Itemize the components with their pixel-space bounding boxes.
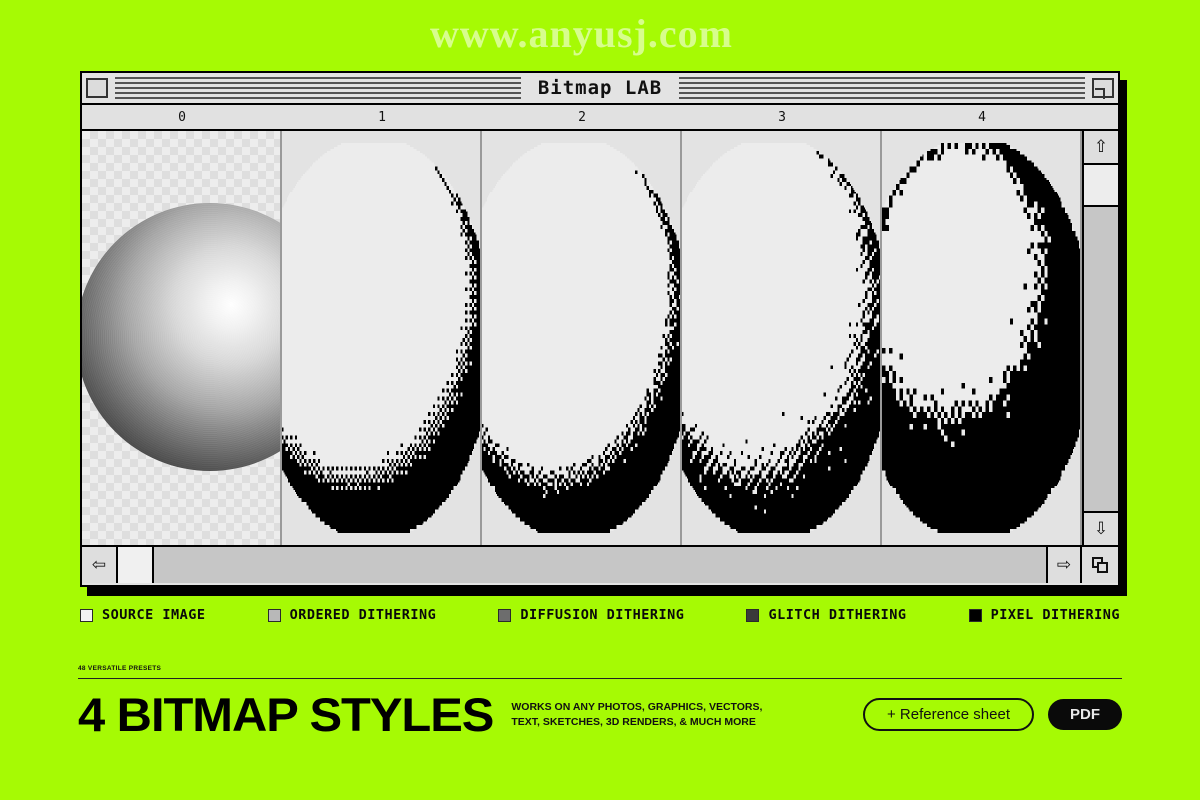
- arrow-down-icon[interactable]: ⇩: [1084, 511, 1118, 545]
- panel-glitch-dithering[interactable]: [682, 131, 882, 545]
- legend-item-pixel: PIXEL DITHERING: [968, 607, 1120, 623]
- legend-swatch-ordered: [267, 608, 281, 622]
- footer-subcopy-line2: TEXT, SKETCHES, 3D RENDERS, & MUCH MORE: [511, 715, 756, 728]
- column-ruler: 0 1 2 3 4: [82, 105, 1118, 131]
- legend-item-diffusion: DIFFUSION DITHERING: [498, 607, 684, 623]
- ruler-corner: [1082, 105, 1118, 129]
- titlebar-stripes-left: [115, 77, 521, 99]
- horizontal-scrollbar-track[interactable]: [154, 547, 1046, 583]
- legend-label-diffusion: DIFFUSION DITHERING: [520, 607, 685, 623]
- watermark-top: www.anyusj.com: [430, 11, 733, 56]
- arrow-left-icon[interactable]: ⇦: [82, 547, 118, 583]
- legend-swatch-glitch: [746, 608, 760, 622]
- legend-label-glitch: GLITCH DITHERING: [768, 607, 907, 623]
- pdf-button[interactable]: PDF: [1048, 699, 1122, 730]
- sphere-ordered-dither: [282, 143, 480, 533]
- legend-label-ordered: ORDERED DITHERING: [289, 607, 437, 623]
- ruler-tick-2: 2: [578, 109, 586, 125]
- arrow-right-icon[interactable]: ⇨: [1046, 547, 1082, 583]
- legend: SOURCE IMAGE ORDERED DITHERING DIFFUSION…: [80, 607, 1120, 623]
- sphere-pixel-dither: [882, 143, 1080, 533]
- sphere-glitch-dither: [682, 143, 880, 533]
- vertical-scrollbar-thumb[interactable]: [1084, 165, 1118, 207]
- horizontal-scrollbar-thumb[interactable]: [118, 547, 154, 583]
- footer-subcopy-line1: WORKS ON ANY PHOTOS, GRAPHICS, VECTORS,: [511, 701, 763, 714]
- legend-label-pixel: PIXEL DITHERING: [990, 607, 1120, 623]
- legend-swatch-pixel: [968, 608, 982, 622]
- sphere-source: [82, 203, 280, 471]
- window-titlebar: Bitmap LAB: [82, 73, 1118, 105]
- vertical-scrollbar[interactable]: ⇧ ⇩: [1082, 131, 1118, 545]
- footer-divider: [78, 678, 1122, 679]
- legend-label-source: SOURCE IMAGE: [102, 607, 206, 623]
- footer: 48 VERSATILE PRESETS 4 BITMAP STYLES WOR…: [78, 665, 1122, 738]
- horizontal-scrollbar[interactable]: ⇦ ⇨: [82, 545, 1118, 583]
- ruler-tick-1: 1: [378, 109, 386, 125]
- legend-item-source: SOURCE IMAGE: [80, 607, 206, 623]
- ruler-tick-0: 0: [178, 109, 186, 125]
- zoom-box-icon[interactable]: [1092, 78, 1115, 99]
- panel-source-image[interactable]: [82, 131, 282, 545]
- legend-item-glitch: GLITCH DITHERING: [746, 607, 906, 623]
- preview-panels: ⇧ ⇩: [82, 131, 1118, 545]
- footer-subcopy: WORKS ON ANY PHOTOS, GRAPHICS, VECTORS, …: [511, 700, 762, 728]
- legend-item-ordered: ORDERED DITHERING: [267, 607, 437, 623]
- vertical-scrollbar-track[interactable]: [1084, 207, 1118, 511]
- titlebar-stripes-right: [679, 77, 1086, 99]
- window-title: Bitmap LAB: [537, 77, 663, 99]
- reference-sheet-button[interactable]: + Reference sheet: [863, 698, 1034, 731]
- legend-swatch-diffusion: [498, 608, 512, 622]
- arrow-up-icon[interactable]: ⇧: [1084, 131, 1118, 165]
- footer-eyebrow: 48 VERSATILE PRESETS: [78, 665, 162, 672]
- panel-diffusion-dithering[interactable]: [482, 131, 682, 545]
- close-box-icon[interactable]: [86, 78, 108, 98]
- ruler-tick-3: 3: [778, 109, 786, 125]
- page-title: 4 BITMAP STYLES: [78, 688, 494, 741]
- panel-ordered-dithering[interactable]: [282, 131, 482, 545]
- ruler-tick-4: 4: [978, 109, 986, 125]
- panel-pixel-dithering[interactable]: [882, 131, 1082, 545]
- footer-buttons: + Reference sheet PDF: [863, 698, 1122, 731]
- resize-grip-icon[interactable]: [1082, 547, 1118, 583]
- sphere-diffusion-dither: [482, 143, 680, 533]
- bitmap-lab-window: Bitmap LAB 0 1 2 3 4 ⇧ ⇩ ⇦ ⇨: [80, 71, 1120, 587]
- legend-swatch-source: [80, 608, 93, 622]
